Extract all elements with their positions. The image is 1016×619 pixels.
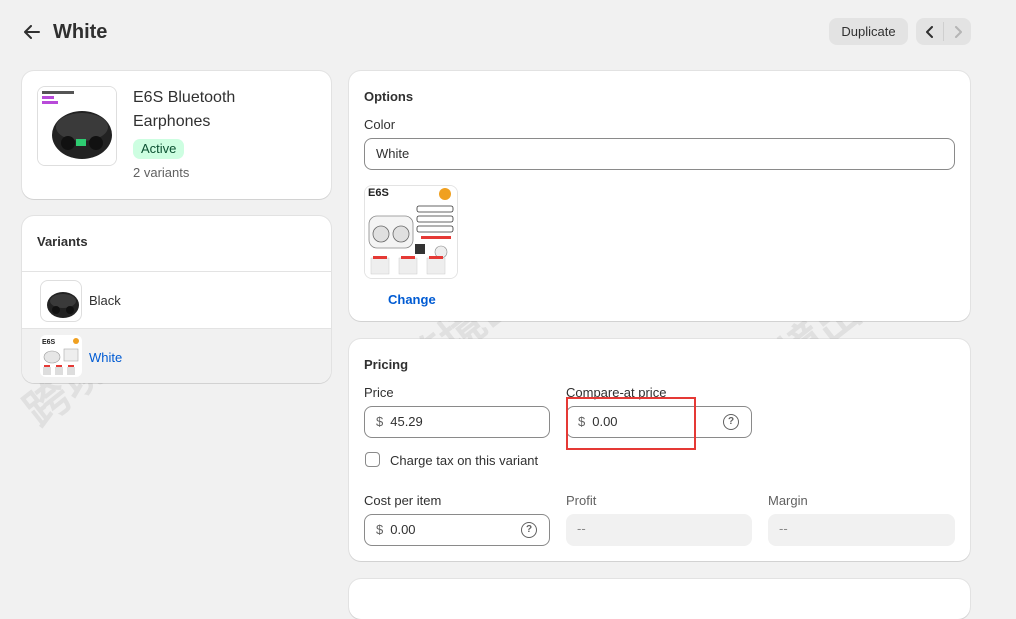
profit-label: Profit (566, 493, 597, 508)
cost-per-item-label: Cost per item (364, 493, 442, 508)
currency-prefix: $ (376, 522, 384, 537)
margin-field: -- (768, 514, 955, 546)
variant-row-white[interactable]: E6S White (22, 329, 331, 383)
variants-card: Variants Black E6S White (22, 216, 331, 383)
earphones-case-image (47, 292, 79, 318)
variant-label: Black (89, 293, 121, 308)
variant-row-black[interactable]: Black (22, 272, 331, 328)
color-value: White (376, 146, 410, 161)
next-variant-button[interactable] (944, 18, 971, 45)
option-image-brand: E6S (368, 187, 389, 199)
margin-label: Margin (768, 493, 808, 508)
pricing-heading: Pricing (364, 357, 409, 372)
variant-nav (916, 18, 971, 45)
cost-per-item-value: 0.00 (390, 522, 416, 537)
previous-variant-button[interactable] (916, 18, 943, 45)
highlight-annotation (566, 397, 696, 450)
price-label: Price (364, 385, 394, 400)
svg-text:E6S: E6S (42, 339, 56, 346)
variant-label: White (89, 350, 123, 365)
price-value: 45.29 (390, 414, 423, 429)
duplicate-button[interactable]: Duplicate (829, 18, 908, 45)
option-image[interactable]: E6S (364, 185, 458, 279)
margin-value: -- (779, 521, 788, 536)
change-image-link[interactable]: Change (388, 292, 436, 307)
next-card (349, 579, 970, 619)
charge-tax-label[interactable]: Charge tax on this variant (390, 453, 538, 468)
color-input[interactable]: White (364, 138, 955, 170)
product-name-line2: Earphones (133, 113, 211, 130)
page-title: White (53, 21, 108, 43)
variant-count: 2 variants (133, 165, 190, 180)
variant-thumbnail: E6S (40, 335, 82, 377)
product-summary-card: E6S Bluetooth Earphones Active 2 variant… (22, 71, 331, 199)
earphones-white-image (365, 186, 457, 278)
question-circle-icon[interactable]: ? (521, 522, 537, 538)
chevron-left-icon (925, 26, 933, 38)
earphones-case-image (38, 87, 116, 165)
profit-value: -- (577, 521, 586, 536)
profit-field: -- (566, 514, 752, 546)
price-input[interactable]: $45.29 (364, 406, 550, 438)
variants-heading: Variants (37, 234, 88, 249)
question-circle-icon[interactable]: ? (723, 414, 739, 430)
chevron-right-icon (954, 26, 962, 38)
product-name-line1[interactable]: E6S Bluetooth (133, 89, 235, 107)
pricing-card: Pricing Price $45.29 Compare-at price $0… (349, 339, 970, 561)
variant-thumbnail (40, 280, 82, 322)
color-label: Color (364, 117, 396, 132)
options-heading: Options (364, 89, 414, 104)
earphones-white-image: E6S (42, 338, 79, 375)
back-button[interactable] (24, 18, 46, 46)
charge-tax-checkbox[interactable] (365, 452, 380, 467)
status-badge: Active (133, 139, 185, 159)
product-thumbnail[interactable] (37, 86, 117, 166)
currency-prefix: $ (376, 414, 384, 429)
options-card: Options Color White E6S Change (349, 71, 970, 321)
arrow-left-icon (24, 25, 40, 39)
